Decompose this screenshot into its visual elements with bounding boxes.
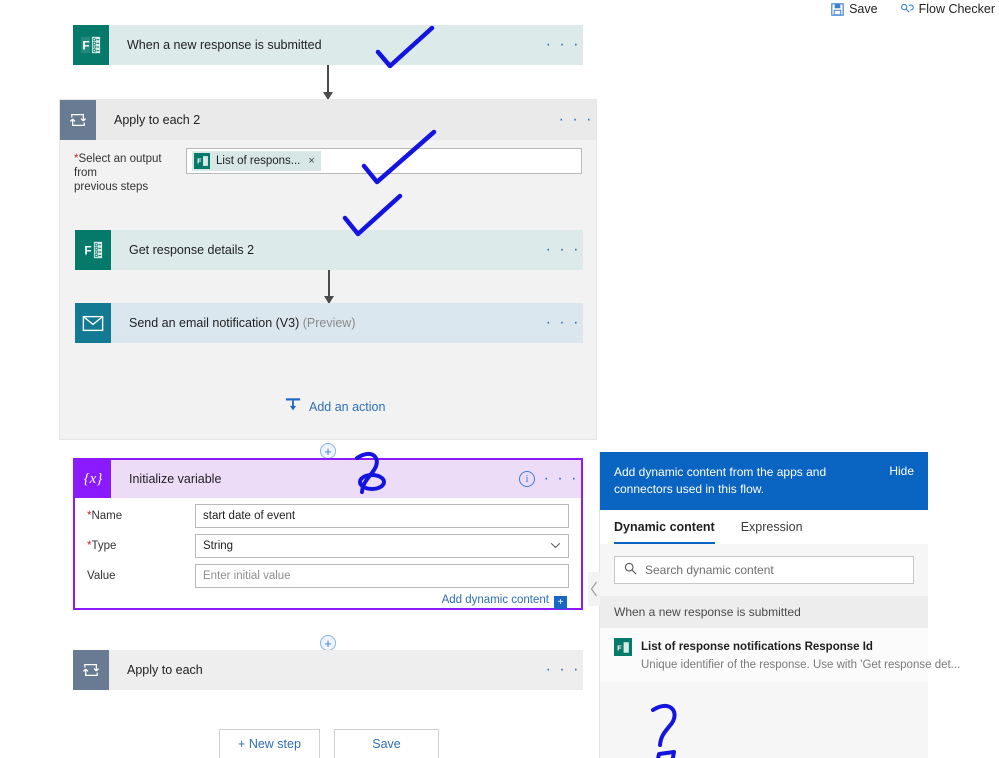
trigger-card-when-a-new-response-is-submitted[interactable]: F When a new response is submitted · · · bbox=[73, 25, 583, 65]
search-icon bbox=[624, 562, 637, 578]
variable-type-label-text: Type bbox=[91, 540, 117, 552]
dynamic-token-label: List of respons... bbox=[216, 155, 301, 167]
apply-to-each-title: Apply to each bbox=[127, 663, 203, 677]
svg-text:F: F bbox=[197, 159, 202, 166]
variable-name-row: *Name start date of event bbox=[75, 498, 581, 528]
scope-apply-to-each-2: Apply to each 2 · · · *Select an output … bbox=[59, 99, 597, 440]
dynamic-content-panel-header: Add dynamic content from the apps and co… bbox=[600, 452, 928, 510]
variable-name-label-text: Name bbox=[91, 510, 123, 522]
scope-output-label-line1: Select an output from bbox=[74, 153, 162, 179]
scope-title: Apply to each 2 bbox=[114, 113, 201, 127]
variable-icon-glyph: {x} bbox=[83, 470, 103, 487]
action-card-menu-button[interactable]: · · · bbox=[543, 242, 583, 258]
flow-checker-command[interactable]: Flow Checker bbox=[900, 2, 995, 16]
tab-expression[interactable]: Expression bbox=[741, 520, 803, 544]
trigger-card-menu-button[interactable]: · · · bbox=[543, 37, 583, 53]
variable-value-input[interactable]: Enter initial value bbox=[195, 564, 569, 588]
connector-arrow-nested bbox=[324, 270, 334, 304]
action-card-menu-button[interactable]: · · · bbox=[543, 315, 583, 331]
scope-menu-button[interactable]: · · · bbox=[556, 112, 596, 128]
scope-output-field-label: *Select an output from previous steps bbox=[74, 148, 186, 194]
insert-step-button-2[interactable]: + bbox=[320, 635, 336, 651]
plus-icon: + bbox=[554, 596, 567, 609]
search-container: Search dynamic content bbox=[600, 544, 928, 596]
initialize-variable-menu-button[interactable]: · · · bbox=[541, 471, 581, 487]
apply-to-each-menu-button[interactable]: · · · bbox=[543, 662, 583, 678]
initialize-variable-header[interactable]: {x} Initialize variable i · · · bbox=[75, 460, 581, 498]
card-initialize-variable: {x} Initialize variable i · · · *Name st… bbox=[73, 458, 583, 610]
close-icon[interactable]: × bbox=[306, 155, 314, 167]
add-an-action-button[interactable]: Add an action bbox=[285, 397, 385, 416]
microsoft-forms-icon: F bbox=[614, 638, 632, 656]
add-an-action-label: Add an action bbox=[309, 399, 386, 414]
variable-value-row: Value Enter initial value bbox=[75, 558, 581, 588]
flow-canvas: F When a new response is submitted · · · bbox=[0, 18, 999, 758]
save-command-label: Save bbox=[849, 2, 878, 16]
microsoft-forms-icon: F bbox=[75, 230, 111, 270]
search-dynamic-content-input[interactable]: Search dynamic content bbox=[614, 556, 914, 584]
search-placeholder-text: Search dynamic content bbox=[645, 563, 774, 577]
tab-dynamic-content[interactable]: Dynamic content bbox=[614, 520, 715, 544]
variable-type-value: String bbox=[203, 540, 234, 552]
new-step-button[interactable]: + New step bbox=[219, 729, 320, 758]
svg-text:F: F bbox=[84, 244, 91, 258]
add-dynamic-content-link[interactable]: Add dynamic content + bbox=[75, 588, 581, 609]
info-icon[interactable]: i bbox=[519, 471, 535, 487]
action-card-send-an-email-notification[interactable]: Send an email notification (V3) (Preview… bbox=[75, 303, 583, 343]
dynamic-token[interactable]: F List of respons... × bbox=[192, 151, 321, 171]
save-icon bbox=[831, 2, 844, 16]
variable-type-row: *Type String bbox=[75, 528, 581, 558]
variable-name-input[interactable]: start date of event bbox=[195, 504, 569, 528]
chevron-down-icon bbox=[550, 541, 561, 552]
loop-icon bbox=[73, 650, 109, 690]
loop-icon bbox=[60, 100, 96, 140]
save-button[interactable]: Save bbox=[334, 729, 439, 758]
connector-arrow-trigger-to-scope bbox=[323, 65, 333, 100]
dynamic-content-item-response-id[interactable]: F List of response notifications Respons… bbox=[600, 628, 960, 682]
scope-output-field-row: *Select an output from previous steps F … bbox=[60, 140, 596, 194]
dynamic-content-panel-header-text: Add dynamic content from the apps and co… bbox=[614, 465, 827, 496]
dynamic-content-group-header: When a new response is submitted bbox=[600, 596, 928, 628]
scope-output-label-line2: previous steps bbox=[74, 181, 149, 193]
scope-header[interactable]: Apply to each 2 · · · bbox=[60, 100, 596, 140]
add-dynamic-content-label: Add dynamic content bbox=[441, 594, 549, 606]
mail-icon bbox=[75, 303, 111, 343]
variable-value-label: Value bbox=[87, 570, 116, 582]
svg-text:F: F bbox=[82, 39, 89, 53]
dynamic-content-item-description: Unique identifier of the response. Use w… bbox=[641, 659, 961, 671]
command-bar: Save Flow Checker bbox=[0, 0, 999, 18]
dynamic-content-panel: Add dynamic content from the apps and co… bbox=[588, 452, 960, 758]
dynamic-content-tabs: Dynamic content Expression bbox=[600, 510, 928, 544]
action-card-title: Send an email notification (V3) (Preview… bbox=[111, 316, 543, 330]
variable-type-label: *Type bbox=[87, 540, 195, 552]
microsoft-forms-icon: F bbox=[194, 153, 210, 169]
scope-output-input[interactable]: F List of respons... × bbox=[186, 148, 582, 174]
flow-checker-label: Flow Checker bbox=[918, 2, 995, 16]
hide-panel-button[interactable]: Hide bbox=[889, 464, 914, 478]
save-command[interactable]: Save bbox=[831, 2, 878, 16]
preview-badge: (Preview) bbox=[302, 316, 356, 330]
flow-checker-icon bbox=[900, 3, 914, 16]
variable-name-label: *Name bbox=[87, 510, 195, 522]
insert-step-button[interactable]: + bbox=[320, 443, 336, 459]
svg-text:F: F bbox=[617, 643, 622, 652]
dynamic-content-item-name: List of response notifications Response … bbox=[641, 641, 873, 653]
action-card-title: Get response details 2 bbox=[129, 243, 255, 257]
variable-icon: {x} bbox=[75, 460, 111, 498]
add-action-icon bbox=[285, 397, 301, 416]
card-apply-to-each[interactable]: Apply to each · · · bbox=[73, 650, 583, 690]
initialize-variable-title: Initialize variable bbox=[129, 472, 222, 486]
variable-type-select[interactable]: String bbox=[195, 534, 569, 558]
microsoft-forms-icon: F bbox=[73, 25, 109, 65]
chevron-left-icon[interactable] bbox=[588, 572, 600, 606]
trigger-card-title: When a new response is submitted bbox=[127, 38, 322, 52]
action-card-get-response-details-2[interactable]: F Get response details 2 · · · bbox=[75, 230, 583, 270]
email-card-title-text: Send an email notification (V3) bbox=[129, 316, 300, 330]
